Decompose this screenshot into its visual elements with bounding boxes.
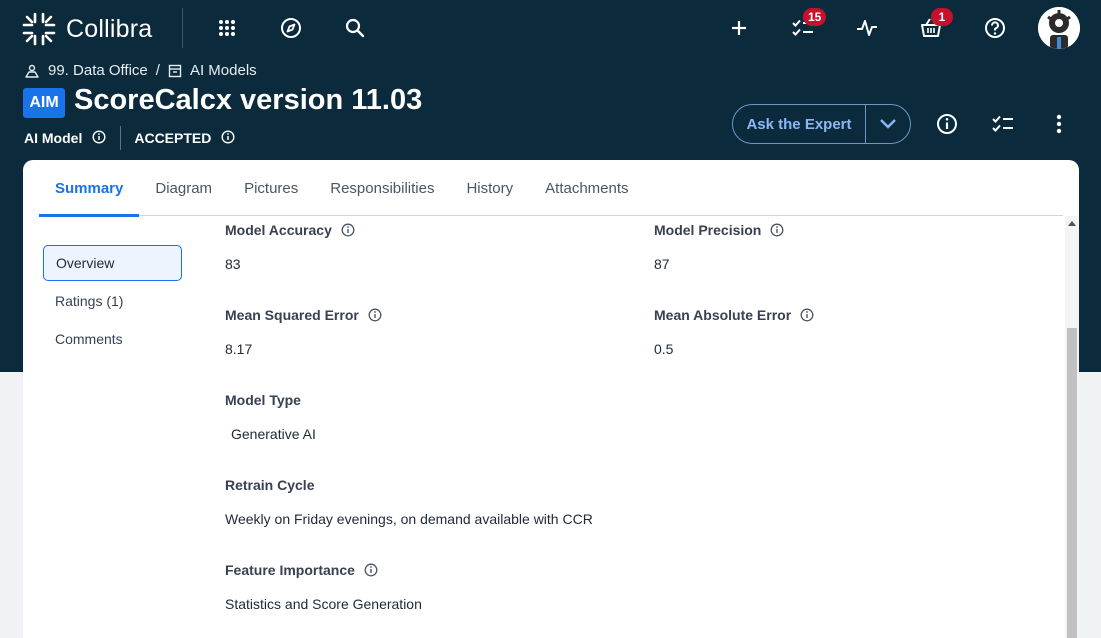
asset-type-label: AI Model: [24, 130, 83, 146]
breadcrumb: 99. Data Office / AI Models: [24, 62, 257, 79]
status-label: ACCEPTED: [134, 130, 212, 146]
info-icon[interactable]: [800, 308, 814, 322]
field-value: Weekly on Friday evenings, on demand ava…: [225, 511, 593, 527]
info-icon[interactable]: [368, 308, 382, 322]
info-icon[interactable]: [364, 563, 378, 577]
collibra-logo[interactable]: Collibra: [22, 12, 152, 46]
asset-type-badge: AIM: [23, 88, 65, 118]
field-label: Retrain Cycle: [225, 477, 315, 493]
user-avatar[interactable]: [1038, 7, 1080, 49]
field-mean-absolute-error: Mean Absolute Error 0.5: [654, 307, 814, 357]
field-feature-importance: Feature Importance Statistics and Score …: [225, 562, 422, 612]
asset-meta: AI Model ACCEPTED: [24, 126, 235, 150]
help-icon[interactable]: [981, 14, 1009, 42]
nav-comments[interactable]: Comments: [43, 321, 182, 357]
field-value: Generative AI: [231, 426, 316, 442]
field-model-precision: Model Precision 87: [654, 222, 784, 272]
breadcrumb-domain[interactable]: AI Models: [168, 62, 257, 79]
asset-card: Summary Diagram Pictures Responsibilitie…: [23, 160, 1079, 638]
breadcrumb-community[interactable]: 99. Data Office: [24, 62, 148, 79]
breadcrumb-separator: /: [155, 62, 160, 79]
search-icon[interactable]: [341, 14, 369, 42]
compass-icon[interactable]: [277, 14, 305, 42]
section-nav: Overview Ratings (1) Comments: [43, 245, 182, 359]
ask-expert-split-button: Ask the Expert: [732, 104, 911, 144]
field-value: Statistics and Score Generation: [225, 596, 422, 612]
more-options-icon[interactable]: [1045, 110, 1073, 138]
tab-pictures[interactable]: Pictures: [228, 160, 314, 216]
field-label: Model Precision: [654, 222, 762, 238]
field-label: Model Type: [225, 392, 301, 408]
field-model-type: Model Type Generative AI: [225, 392, 316, 442]
tab-diagram[interactable]: Diagram: [139, 160, 228, 216]
page-title: ScoreCalcx version 11.03: [74, 84, 423, 116]
field-mean-squared-error: Mean Squared Error 8.17: [225, 307, 382, 357]
domain-icon: [168, 64, 182, 77]
content-scrollbar[interactable]: [1065, 216, 1079, 638]
field-label: Mean Squared Error: [225, 307, 359, 323]
activity-icon[interactable]: [853, 14, 881, 42]
field-label: Mean Absolute Error: [654, 307, 792, 323]
apps-grid-icon[interactable]: [213, 14, 241, 42]
info-icon[interactable]: [341, 223, 355, 237]
tasks-button[interactable]: 15: [789, 8, 827, 42]
add-icon[interactable]: [725, 14, 753, 42]
tab-bar: Summary Diagram Pictures Responsibilitie…: [39, 160, 1063, 217]
ask-expert-button[interactable]: Ask the Expert: [733, 105, 866, 143]
meta-divider: [120, 126, 122, 150]
scroll-up-arrow[interactable]: [1068, 221, 1076, 226]
basket-button[interactable]: 1: [917, 8, 953, 42]
collibra-logo-icon: [22, 12, 56, 46]
field-value: 83: [225, 256, 241, 272]
field-label: Feature Importance: [225, 562, 355, 578]
nav-overview[interactable]: Overview: [43, 245, 182, 281]
field-value: 87: [654, 256, 670, 272]
header-curve: [1077, 300, 1101, 372]
tab-history[interactable]: History: [450, 160, 529, 216]
field-model-accuracy: Model Accuracy 83: [225, 222, 355, 272]
chevron-down-icon: [880, 119, 896, 129]
app-name: Collibra: [66, 14, 153, 43]
field-value: 0.5: [654, 341, 674, 357]
asset-type-info-icon[interactable]: [92, 129, 106, 147]
info-icon[interactable]: [933, 110, 961, 138]
tab-summary[interactable]: Summary: [39, 160, 140, 217]
info-icon[interactable]: [770, 223, 784, 237]
breadcrumb-community-label: 99. Data Office: [48, 62, 148, 79]
tab-responsibilities[interactable]: Responsibilities: [314, 160, 450, 216]
scrollbar-thumb[interactable]: [1067, 328, 1077, 638]
nav-ratings[interactable]: Ratings (1): [43, 283, 182, 319]
tab-attachments[interactable]: Attachments: [529, 160, 644, 216]
ask-expert-dropdown[interactable]: [866, 105, 910, 143]
basket-count-badge: 1: [931, 8, 953, 26]
status-info-icon[interactable]: [221, 129, 235, 147]
field-value: 8.17: [225, 341, 253, 357]
checklist-icon[interactable]: [989, 110, 1017, 138]
avatar-icon: [1038, 7, 1080, 49]
field-retrain-cycle: Retrain Cycle Weekly on Friday evenings,…: [225, 477, 593, 527]
community-icon: [25, 64, 39, 78]
top-header: Collibra 15 1: [0, 0, 1101, 56]
field-label: Model Accuracy: [225, 222, 332, 238]
breadcrumb-domain-label: AI Models: [189, 62, 257, 79]
tasks-count-badge: 15: [803, 8, 827, 26]
header-divider: [182, 8, 183, 48]
